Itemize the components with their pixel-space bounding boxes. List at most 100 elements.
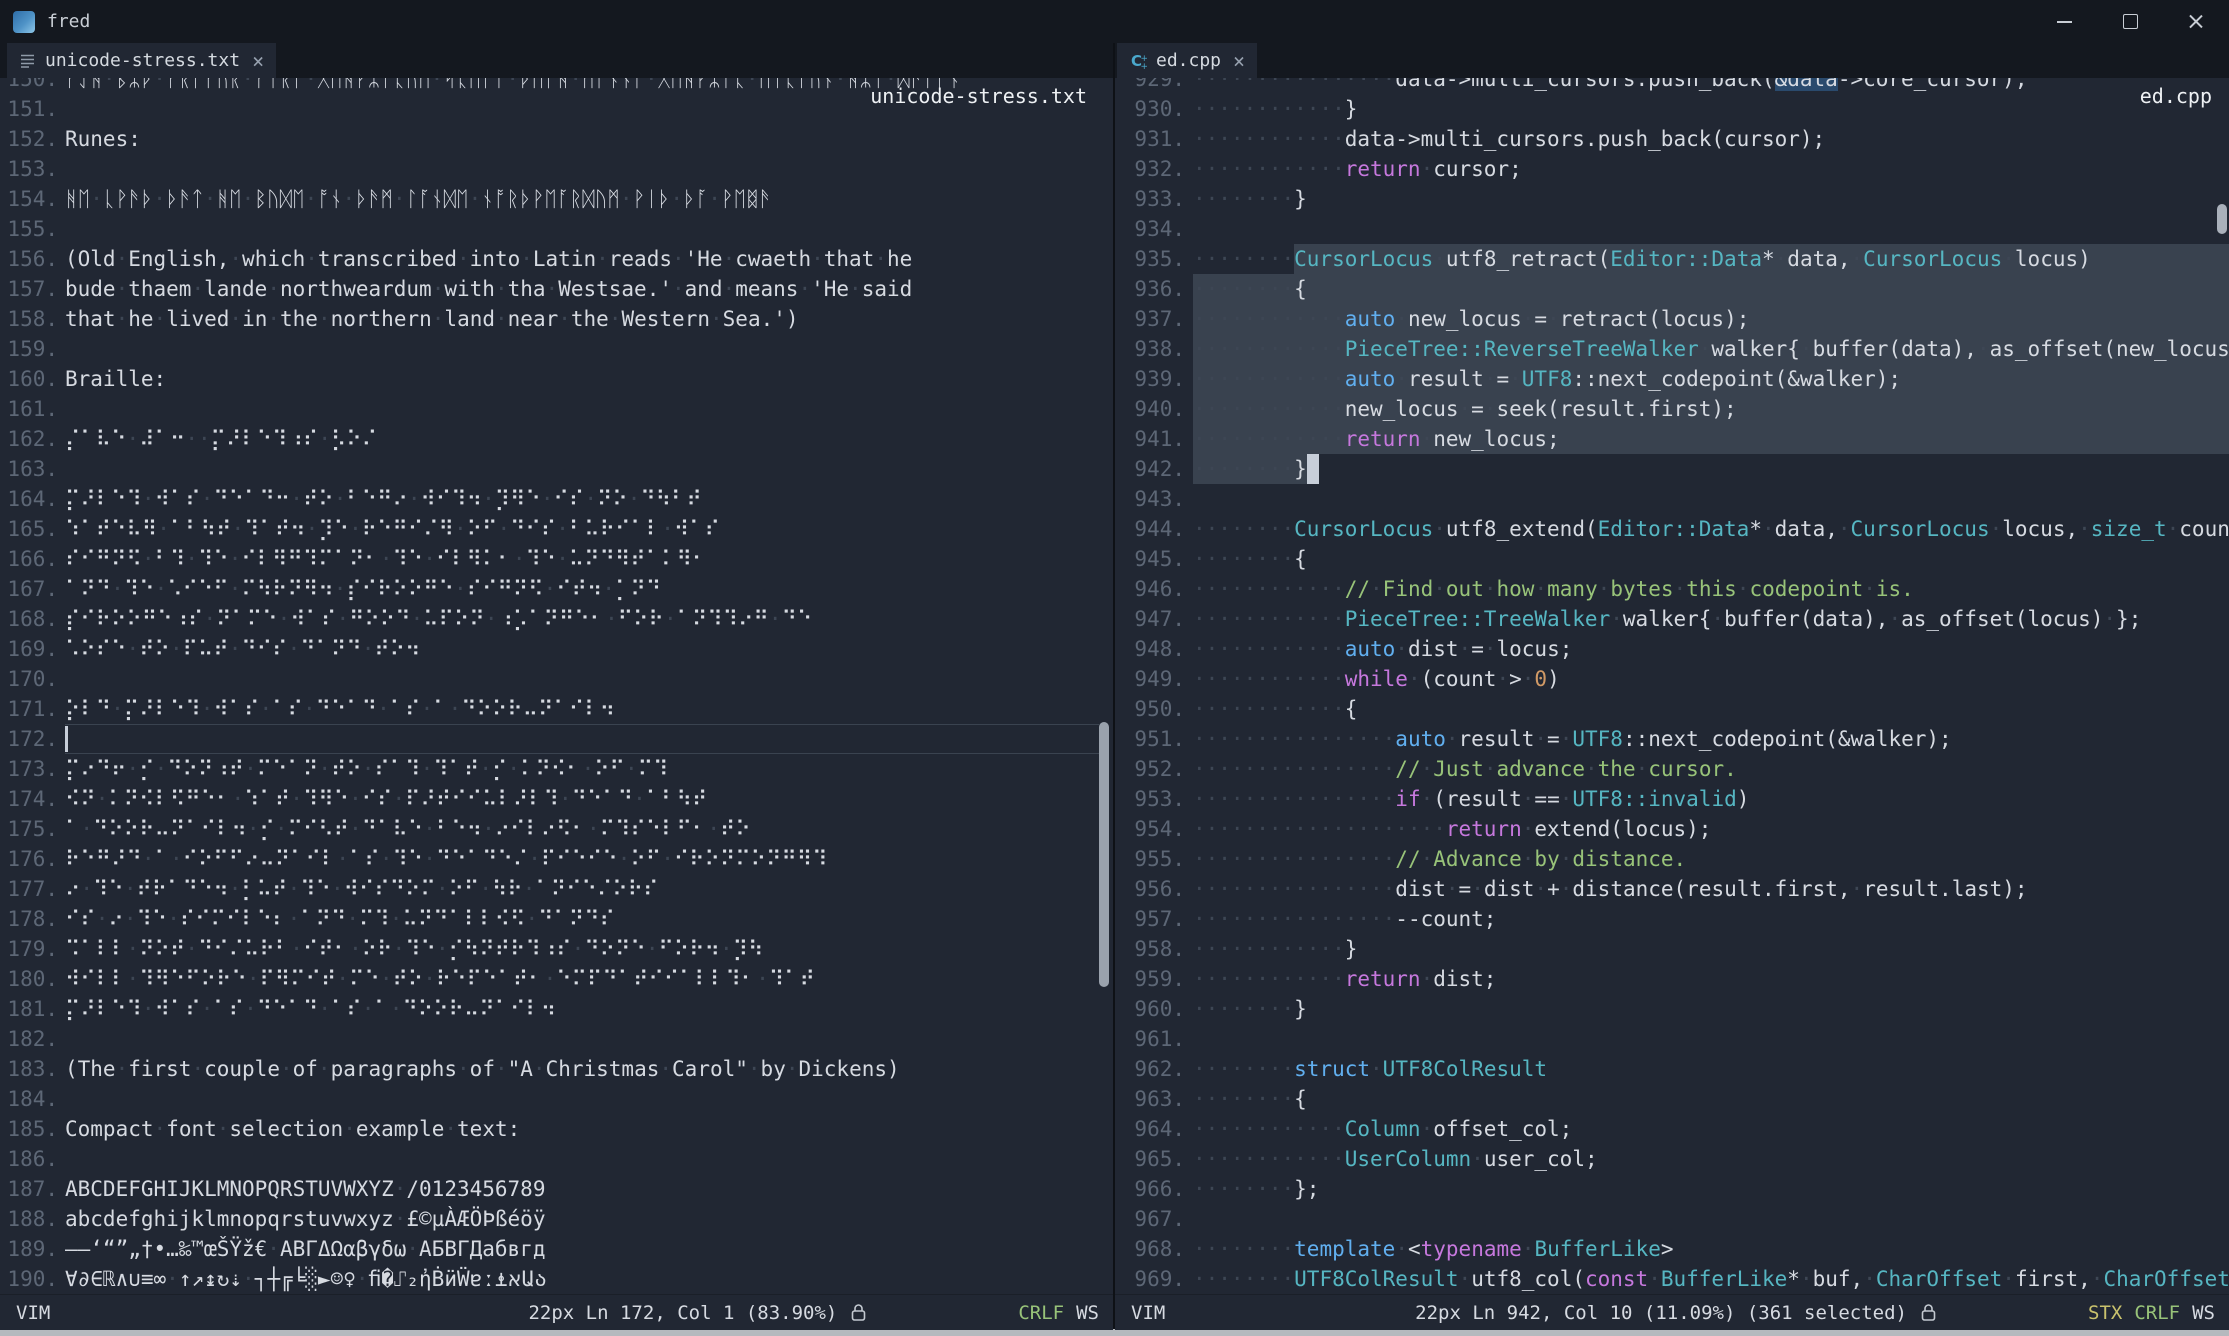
code-line[interactable]: 167.⠁⠝⠙·⠹⠑·⠡⠊⠑⠋·⠍⠳⠗⠝⠻⠲·⡎⠊⠗⠕⠕⠛⠑·⠎⠊⠛⠝⠫·⠊⠞⠲… (0, 574, 1113, 604)
code-line[interactable]: 959.············return·dist; (1115, 964, 2229, 994)
code-line[interactable]: 935.········CursorLocus·utf8_retract(Edi… (1115, 244, 2229, 274)
code-line[interactable]: 941.············return·new_locus; (1115, 424, 2229, 454)
code-line[interactable]: 190.∀∂∈ℝ∧∪≡∞·↑↗↨↻⇣·┐┼╔╘░►☺♀·ﬁ�⑀₂ἠḂӥẄɐː⍎א… (0, 1264, 1113, 1294)
code-line[interactable]: 930.············} (1115, 94, 2229, 124)
maximize-button[interactable] (2097, 0, 2163, 43)
code-line[interactable]: 951.················auto·result·=·UTF8::… (1115, 724, 2229, 754)
code-line[interactable]: 153. (0, 154, 1113, 184)
code-line[interactable]: 940.············new_locus·=·seek(result.… (1115, 394, 2229, 424)
code-line[interactable]: 958.············} (1115, 934, 2229, 964)
code-line[interactable]: 957.················--count; (1115, 904, 2229, 934)
whitespace-dots: ············ (1193, 127, 1345, 151)
code-line[interactable]: 166.⠎⠊⠛⠝⠫·⠃⠹·⠹⠑·⠊⠇⠻⠛⠹⠍⠁⠝⠂·⠹⠑·⠊⠇⠻⠅⠂·⠹⠑·⠥⠝… (0, 544, 1113, 574)
code-line[interactable]: 934. (1115, 214, 2229, 244)
code-line[interactable]: 189.–—‘“”„†•…‰™œŠŸž€·ΑΒΓΔΩαβγδω·АБВГДабв… (0, 1234, 1113, 1264)
code-line[interactable]: 954.····················return·extend(lo… (1115, 814, 2229, 844)
code-line[interactable]: 173.⡍⠔⠙⠖·⡊·⠙⠕⠝⠰⠞·⠍⠑⠁⠝·⠞⠕·⠎⠁⠹·⠹⠁⠞·⡊·⠅⠝⠪⠂·… (0, 754, 1113, 784)
code-line[interactable]: 929.················data->multi_cursors.… (1115, 78, 2229, 94)
code-line[interactable]: 966.········}; (1115, 1174, 2229, 1204)
scrollbar-thumb[interactable] (1099, 722, 1109, 987)
code-line[interactable]: 932.············return·cursor; (1115, 154, 2229, 184)
whitespace-dots: · (436, 877, 449, 901)
code-line[interactable]: 154.ᚻᛖ·ᚳᚹᚫᚦ·ᚦᚫᛏ·ᚻᛖ·ᛒᚢᛞᛖ·ᚩᚾ·ᚦᚫᛗ·ᛚᚪᚾᛞᛖ·ᚾᚩᚱ… (0, 184, 1113, 214)
whitespace-dots: · (507, 757, 520, 781)
code-line[interactable]: 944.········CursorLocus·utf8_extend(Edit… (1115, 514, 2229, 544)
line-text: ········template·<typename·BufferLike> (1193, 1234, 1674, 1264)
whitespace-dots: ········ (1193, 1057, 1294, 1081)
code-line[interactable]: 187.ABCDEFGHIJKLMNOPQRSTUVWXYZ·/01234567… (0, 1174, 1113, 1204)
editor-pane-left[interactable]: 150.ᚠᛇᚻ·ᛒᛦᚦ·ᚠᚱᚩᚠᚢᚱ·ᚠᛁᚱᚪ·ᚷᛖᚻᚹᛦᛚᚳᚢᛗ·ᛋᚳᛖᚪᛚ·… (0, 78, 1113, 1294)
code-line[interactable]: 159. (0, 334, 1113, 364)
code-line[interactable]: 968.········template·<typename·BufferLik… (1115, 1234, 2229, 1264)
code-line[interactable]: 949.············while·(count·>·0) (1115, 664, 2229, 694)
code-line[interactable]: 181.⡍⠜⠇⠑⠹·⠺⠁⠎·⠁⠎·⠙⠑⠁⠙·⠁⠎·⠁·⠙⠕⠕⠗⠤⠝⠁⠊⠇⠲ (0, 994, 1113, 1024)
code-line[interactable]: 937.············auto·new_locus·=·retract… (1115, 304, 2229, 334)
code-line[interactable]: 956.················dist·=·dist·+·distan… (1115, 874, 2229, 904)
code-line[interactable]: 169.⠡⠕⠎⠑·⠞⠕·⠏⠥⠞·⠙⠊⠎·⠙⠁⠝⠙·⠞⠕⠲ (0, 634, 1113, 664)
scrollbar-thumb[interactable] (2217, 204, 2227, 234)
code-line[interactable]: 160.Braille: (0, 364, 1113, 394)
code-line[interactable]: 955.················//·Advance·by·distan… (1115, 844, 2229, 874)
code-line[interactable]: 168.⡎⠊⠗⠕⠕⠛⠑⠰⠎·⠝⠁⠍⠑·⠺⠁⠎·⠛⠕⠕⠙·⠥⠏⠕⠝·⠰⡡⠁⠝⠛⠑⠂… (0, 604, 1113, 634)
code-line[interactable]: 180.⠺⠊⠇⠇·⠹⠻⠑⠋⠕⠗⠑·⠏⠻⠍⠊⠞·⠍⠑·⠞⠕·⠗⠑⠏⠑⠁⠞⠂·⠑⠍⠏… (0, 964, 1113, 994)
line-number: 967. (1115, 1204, 1185, 1234)
scrollbar[interactable] (1097, 78, 1111, 1294)
code-line[interactable]: 942.········} (1115, 454, 2229, 484)
whitespace-dots: · (229, 877, 242, 901)
minimize-button[interactable] (2031, 0, 2097, 43)
code-line[interactable]: 179.⠩⠁⠇⠇·⠝⠕⠞·⠙⠊⠌⠥⠗⠃·⠊⠞⠂·⠕⠗·⠹⠑·⡊⠳⠝⠞⠗⠹⠰⠎·⠙… (0, 934, 1113, 964)
code-line[interactable]: 163. (0, 454, 1113, 484)
code-line[interactable]: 172. (0, 724, 1113, 754)
code-line[interactable]: 960.········} (1115, 994, 2229, 1024)
code-line[interactable]: 186. (0, 1144, 1113, 1174)
code-line[interactable]: 178.⠊⠎·⠔·⠹⠑·⠎⠊⠍⠊⠇⠑⠆·⠁⠝⠙·⠍⠹·⠥⠝⠙⠁⠇⠇⠪⠫·⠙⠁⠝⠙… (0, 904, 1113, 934)
tab-unicode-stress-txt[interactable]: unicode-stress.txt × (7, 43, 276, 78)
code-line[interactable]: 162.⡌⠁⠧⠑·⠼⠁⠒··⡍⠜⠇⠑⠹⠰⠎·⡣⠕⠌ (0, 424, 1113, 454)
code-line[interactable]: 969.········UTF8ColResult·utf8_col(const… (1115, 1264, 2229, 1294)
code-line[interactable]: 948.············auto·dist·=·locus; (1115, 634, 2229, 664)
code-line[interactable]: 963.········{ (1115, 1084, 2229, 1114)
code-line[interactable]: 933.········} (1115, 184, 2229, 214)
code-line[interactable]: 170. (0, 664, 1113, 694)
code-line[interactable]: 188.abcdefghijklmnopqrstuvwxyz·£©µÀÆÖÞßé… (0, 1204, 1113, 1234)
code-line[interactable]: 161. (0, 394, 1113, 424)
code-line[interactable]: 952.················//·Just·advance·the·… (1115, 754, 2229, 784)
code-line[interactable]: 176.⠗⠑⠛⠜⠙·⠁·⠊⠕⠋⠋⠔⠤⠝⠁⠊⠇·⠁⠎·⠹⠑·⠙⠑⠁⠙⠑⠌·⠏⠊⠑⠊… (0, 844, 1113, 874)
code-line[interactable]: 953.················if·(result·==·UTF8::… (1115, 784, 2229, 814)
code-line[interactable]: 962.········struct·UTF8ColResult (1115, 1054, 2229, 1084)
tab-close-icon[interactable]: × (252, 49, 264, 73)
code-line[interactable]: 182. (0, 1024, 1113, 1054)
code-line[interactable]: 965.············UserColumn·user_col; (1115, 1144, 2229, 1174)
code-line[interactable]: 185.Compact·font·selection·example·text: (0, 1114, 1113, 1144)
code-line[interactable]: 174.⠪⠝·⠅⠝⠪⠇⠫⠛⠑⠂·⠱⠁⠞·⠹⠻⠑·⠊⠎·⠏⠜⠞⠊⠊⠥⠇⠜⠇⠹·⠙⠑… (0, 784, 1113, 814)
code-line[interactable]: 947.············PieceTree::TreeWalker·wa… (1115, 604, 2229, 634)
code-line[interactable]: 177.⠔·⠹⠑·⠞⠗⠁⠙⠑⠲·⡃⠥⠞·⠹⠑·⠺⠊⠎⠙⠕⠍·⠕⠋·⠳⠗·⠁⠝⠊⠑… (0, 874, 1113, 904)
code-line[interactable]: 943. (1115, 484, 2229, 514)
code-line[interactable]: 936.········{ (1115, 274, 2229, 304)
code-line[interactable]: 155. (0, 214, 1113, 244)
code-line[interactable]: 961. (1115, 1024, 2229, 1054)
code-line[interactable]: 967. (1115, 1204, 2229, 1234)
code-line[interactable]: 152.Runes: (0, 124, 1113, 154)
close-button[interactable] (2163, 0, 2229, 43)
tab-ed-cpp[interactable]: C++ ed.cpp × (1117, 43, 1257, 78)
code-line[interactable]: 158.that·he·lived·in·the·northern·land·n… (0, 304, 1113, 334)
code-line[interactable]: 164.⡍⠜⠇⠑⠹·⠺⠁⠎·⠙⠑⠁⠙⠒·⠞⠕·⠃⠑⠛⠔·⠺⠊⠹⠲·⡹⠻⠑·⠊⠎·… (0, 484, 1113, 514)
code-line[interactable]: 165.⠱⠁⠞⠑⠧⠻·⠁⠃⠳⠞·⠹⠁⠞⠲·⡹⠑·⠗⠑⠛⠊⠌⠻·⠕⠋·⠙⠊⠎·⠃⠥… (0, 514, 1113, 544)
code-line[interactable]: 945.········{ (1115, 544, 2229, 574)
tab-close-icon[interactable]: × (1233, 49, 1245, 73)
code-line[interactable]: 938.············PieceTree::ReverseTreeWa… (1115, 334, 2229, 364)
code-line[interactable]: 175.⠁·⠙⠕⠕⠗⠤⠝⠁⠊⠇⠲·⡊·⠍⠊⠣⠞·⠙⠁⠧⠑·⠃⠑⠲·⠔⠊⠇⠔⠫⠂·… (0, 814, 1113, 844)
editor-pane-right[interactable]: 929.················data->multi_cursors.… (1115, 78, 2229, 1294)
code-line[interactable]: 946.············//·Find·out·how·many·byt… (1115, 574, 2229, 604)
code-line[interactable]: 157.bude·thaem·lande·northweardum·with·t… (0, 274, 1113, 304)
code-line[interactable]: 964.············Column·offset_col; (1115, 1114, 2229, 1144)
code-line[interactable]: 183.(The·first·couple·of·paragraphs·of·"… (0, 1054, 1113, 1084)
code-line[interactable]: 950.············{ (1115, 694, 2229, 724)
code-line[interactable]: 156.(Old·English,·which·transcribed·into… (0, 244, 1113, 274)
code-line[interactable]: 171.⡕⠇⠙·⡍⠜⠇⠑⠹·⠺⠁⠎·⠁⠎·⠙⠑⠁⠙·⠁⠎·⠁·⠙⠕⠕⠗⠤⠝⠁⠊⠇… (0, 694, 1113, 724)
code-line[interactable]: 931.············data->multi_cursors.push… (1115, 124, 2229, 154)
code-line[interactable]: 939.············auto·result·=·UTF8::next… (1115, 364, 2229, 394)
scrollbar[interactable] (2215, 78, 2229, 1294)
code-line[interactable]: 184. (0, 1084, 1113, 1114)
